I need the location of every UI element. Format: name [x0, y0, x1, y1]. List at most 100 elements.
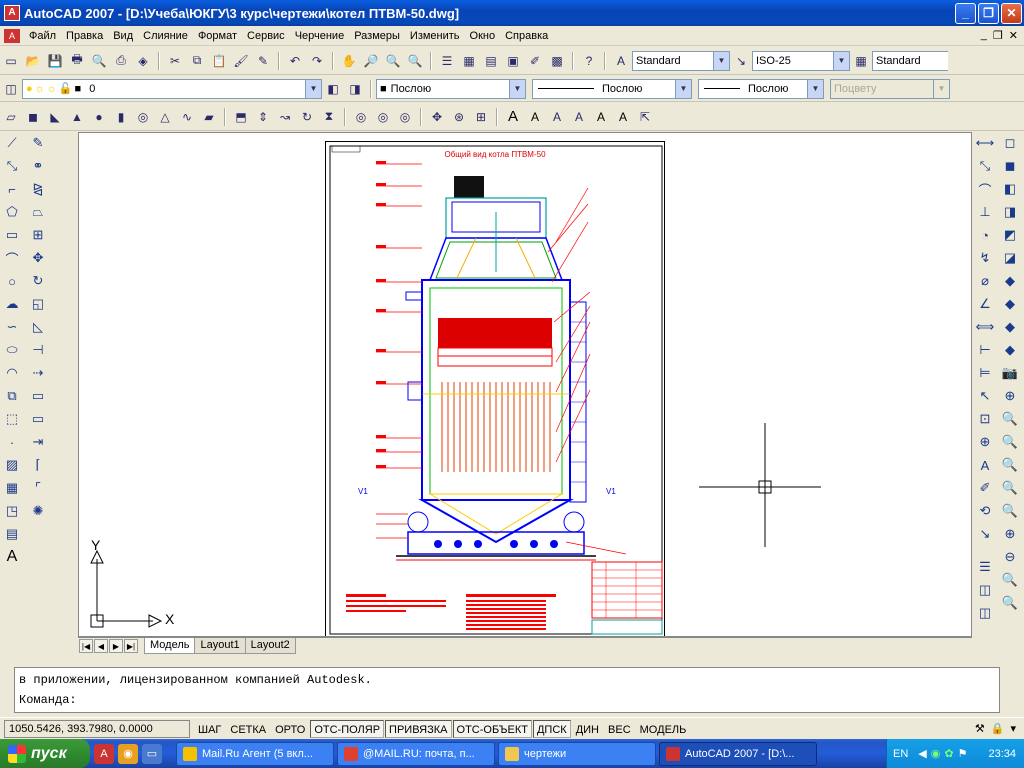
insert-block-icon[interactable]: ⧉ — [1, 385, 23, 407]
quickcalc-icon[interactable]: ▩ — [547, 51, 567, 71]
trim-icon[interactable]: ⊣ — [27, 339, 49, 361]
properties-icon[interactable]: ☰ — [437, 51, 457, 71]
layers-panel-icon[interactable]: ◫ — [974, 579, 996, 601]
gradient-icon[interactable]: ▦ — [1, 477, 23, 499]
osnap-toggle[interactable]: ПРИВЯЗКА — [385, 719, 452, 738]
autocad-quicklaunch-icon[interactable]: A — [94, 743, 114, 764]
break-icon[interactable]: ▭ — [27, 408, 49, 430]
nw-iso-icon[interactable]: ◆ — [999, 339, 1021, 361]
hatch-icon[interactable]: ▨ — [1, 454, 23, 476]
language-indicator[interactable]: EN — [893, 748, 908, 760]
pyramid-icon[interactable]: △ — [155, 107, 175, 127]
make-block-icon[interactable]: ⬚ — [1, 408, 23, 430]
zoom-in-icon[interactable]: ⊕ — [999, 523, 1021, 545]
polygon-icon[interactable]: ⬠ — [1, 201, 23, 223]
save-icon[interactable]: 💾 — [45, 51, 65, 71]
markup-icon[interactable]: ✐ — [525, 51, 545, 71]
tab-layout1[interactable]: Layout1 — [194, 638, 246, 654]
circle-icon[interactable]: ○ — [1, 270, 23, 292]
menu-format[interactable]: Формат — [193, 27, 242, 45]
menu-merge[interactable]: Слияние — [138, 27, 193, 45]
lock-icon[interactable]: 🔒 — [991, 722, 1005, 735]
multiline-text-icon[interactable]: A — [503, 107, 523, 127]
autocad-app-icon[interactable]: A — [4, 5, 20, 21]
scale-icon[interactable]: ◱ — [27, 293, 49, 315]
dyn-toggle[interactable]: ДИН — [572, 720, 603, 738]
rectangle-icon[interactable]: ▭ — [1, 224, 23, 246]
snap-toggle[interactable]: ШАГ — [194, 720, 225, 738]
linetype-control[interactable]: Послою ▼ — [532, 78, 692, 99]
3d-dwf-icon[interactable]: ◈ — [133, 51, 153, 71]
offset-icon[interactable]: ⏢ — [27, 201, 49, 223]
task-folder[interactable]: чертежи — [498, 741, 656, 766]
front-view-icon[interactable]: ◩ — [999, 224, 1021, 246]
planar-surface-icon[interactable]: ▰ — [199, 107, 219, 127]
dim-style-icon[interactable]: ↘ — [731, 51, 751, 71]
diameter-icon[interactable]: ⌀ — [974, 270, 996, 292]
first-tab-icon[interactable]: |◀ — [79, 639, 93, 653]
minimize-button[interactable]: _ — [955, 2, 976, 24]
ducs-toggle[interactable]: ДПСК — [532, 719, 571, 738]
lineweight-control[interactable]: Послою ▼ — [698, 78, 824, 99]
edit-text-icon[interactable]: A — [525, 107, 545, 127]
stretch-icon[interactable]: ◺ — [27, 316, 49, 338]
ortho-toggle[interactable]: ОРТО — [271, 720, 309, 738]
presspull-icon[interactable]: ⇕ — [253, 107, 273, 127]
revolve-icon[interactable]: ↻ — [297, 107, 317, 127]
dimension-text-edit-icon[interactable]: ✐ — [974, 477, 996, 499]
spline-icon[interactable]: ∽ — [1, 316, 23, 338]
back-view-icon[interactable]: ◪ — [999, 247, 1021, 269]
move-icon[interactable]: ✥ — [27, 247, 49, 269]
tab-model[interactable]: Модель — [144, 638, 196, 654]
messenger-icon[interactable]: ✿ — [944, 747, 953, 760]
text-style-dialog-icon[interactable]: A — [569, 107, 589, 127]
dropdown-arrow-icon[interactable]: ▼ — [713, 51, 729, 70]
redo-icon[interactable]: ↷ — [307, 51, 327, 71]
find-text-icon[interactable]: A — [547, 107, 567, 127]
doc-minimize-icon[interactable]: _ — [981, 29, 987, 42]
menu-edit[interactable]: Правка — [61, 27, 108, 45]
zoom-extents-icon[interactable]: 🔍 — [999, 592, 1021, 614]
revision-cloud-icon[interactable]: ☁ — [1, 293, 23, 315]
dimension-edit-icon[interactable]: A — [974, 454, 996, 476]
zoom-scale-icon[interactable]: 🔍 — [999, 454, 1021, 476]
command-window[interactable]: в приложении, лицензированном компанией … — [14, 667, 1000, 713]
intersect-icon[interactable]: ◎ — [395, 107, 415, 127]
left-view-icon[interactable]: ◧ — [999, 178, 1021, 200]
layer-previous-icon[interactable]: ◨ — [345, 79, 365, 99]
command-prompt[interactable]: Команда: — [19, 690, 995, 710]
dropdown-arrow-icon[interactable]: ▼ — [833, 51, 849, 70]
text-style-select[interactable]: Standard ▼ — [632, 50, 730, 71]
help-icon[interactable]: ? — [579, 51, 599, 71]
union-icon[interactable]: ◎ — [351, 107, 371, 127]
bottom-view-icon[interactable]: ◼ — [999, 155, 1021, 177]
layer-manager-icon[interactable]: ◫ — [1, 79, 21, 99]
security-icon[interactable]: ⚑ — [958, 747, 968, 760]
polysolid-icon[interactable]: ▱ — [1, 107, 21, 127]
sheet-set-icon[interactable]: ▣ — [503, 51, 523, 71]
pan-icon[interactable]: ✋ — [339, 51, 359, 71]
convert-space-icon[interactable]: ⇱ — [635, 107, 655, 127]
dimension-style-icon[interactable]: ↘ — [974, 523, 996, 545]
menu-help[interactable]: Справка — [500, 27, 553, 45]
paste-icon[interactable]: 📋 — [209, 51, 229, 71]
plot-preview-icon[interactable]: 🔍 — [89, 51, 109, 71]
doc-restore-icon[interactable]: ❐ — [993, 29, 1003, 42]
ellipse-icon[interactable]: ⬭ — [1, 339, 23, 361]
sphere-icon[interactable]: ● — [89, 107, 109, 127]
document-icon[interactable]: A — [4, 28, 20, 43]
design-center-icon[interactable]: ▦ — [459, 51, 479, 71]
dimension-update-icon[interactable]: ⟲ — [974, 500, 996, 522]
last-tab-icon[interactable]: ▶| — [124, 639, 138, 653]
show-desktop-icon[interactable]: ▭ — [142, 743, 162, 764]
orbit-icon[interactable]: ⊕ — [999, 385, 1021, 407]
plot-icon[interactable]: 🖶 — [67, 51, 87, 71]
menu-view[interactable]: Вид — [108, 27, 138, 45]
multiline-text-icon[interactable]: A — [1, 546, 23, 568]
browser-quicklaunch-icon[interactable]: ◉ — [118, 743, 138, 764]
explode-icon[interactable]: ✺ — [27, 500, 49, 522]
lwt-toggle[interactable]: ВЕС — [604, 720, 635, 738]
construction-line-icon[interactable]: ⤡ — [1, 155, 23, 177]
loft-icon[interactable]: ⧗ — [319, 107, 339, 127]
dropdown-arrow-icon[interactable]: ▼ — [807, 79, 823, 98]
